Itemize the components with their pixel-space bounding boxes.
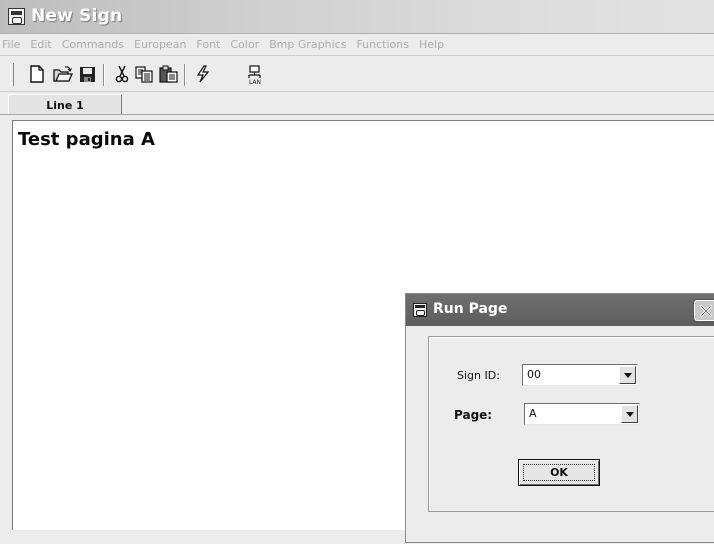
toolbar: LAN	[0, 55, 714, 92]
save-icon	[79, 66, 95, 82]
close-icon	[700, 304, 712, 317]
lan-icon	[248, 64, 261, 78]
toolbar-separator	[103, 64, 105, 86]
copy-icon	[135, 65, 153, 83]
lan-label: LAN	[248, 78, 262, 86]
app-icon[interactable]	[8, 8, 25, 25]
dialog-titlebar[interactable]: Run Page	[406, 294, 714, 326]
menu-functions[interactable]: Functions	[351, 38, 414, 51]
main-window-titlebar[interactable]: New Sign	[0, 0, 714, 34]
dialog-app-icon[interactable]	[413, 303, 427, 317]
menu-file[interactable]: File	[0, 38, 25, 51]
menu-commands[interactable]: Commands	[57, 38, 129, 51]
copy-button[interactable]	[134, 64, 154, 84]
save-button[interactable]	[77, 64, 97, 84]
chevron-down-icon	[625, 411, 634, 417]
page-value: A	[529, 407, 537, 420]
page-label: Page:	[454, 408, 493, 422]
menu-edit[interactable]: Edit	[25, 38, 56, 51]
tab-bar: Line 1	[0, 92, 714, 116]
run-page-dialog: Run Page Sign ID: 00 Page: A OK	[405, 293, 714, 543]
page-select[interactable]: A	[524, 403, 640, 425]
sign-id-value: 00	[527, 368, 541, 381]
paste-button[interactable]	[158, 64, 178, 84]
page-dropdown-button[interactable]	[621, 405, 638, 423]
chevron-down-icon	[623, 372, 632, 378]
editor-text[interactable]: Test pagina A	[18, 129, 155, 150]
sign-id-dropdown-button[interactable]	[619, 366, 636, 384]
new-button[interactable]	[27, 64, 47, 84]
lightning-icon	[196, 65, 210, 83]
toolbar-grip[interactable]	[10, 63, 14, 86]
menu-bar: File Edit Commands European Font Color B…	[0, 34, 714, 55]
dialog-body: Sign ID: 00 Page: A OK	[406, 326, 714, 544]
open-button[interactable]	[53, 64, 73, 84]
menu-font[interactable]: Font	[191, 38, 225, 51]
cut-button[interactable]	[112, 64, 132, 84]
paste-icon	[158, 65, 178, 83]
cut-icon	[115, 65, 129, 83]
send-button[interactable]	[193, 64, 213, 84]
new-icon	[30, 65, 44, 83]
ok-button[interactable]: OK	[518, 459, 600, 486]
lan-button[interactable]: LAN	[243, 62, 267, 88]
menu-bmp-graphics[interactable]: Bmp Graphics	[264, 38, 351, 51]
toolbar-separator	[184, 64, 186, 86]
tab-divider	[0, 114, 714, 115]
ok-button-label: OK	[550, 466, 568, 479]
tab-line-1[interactable]: Line 1	[8, 94, 122, 115]
window-title: New Sign	[31, 6, 123, 26]
menu-help[interactable]: Help	[414, 38, 449, 51]
menu-european[interactable]: European	[129, 38, 191, 51]
dialog-close-button[interactable]	[694, 300, 714, 321]
sign-id-label: Sign ID:	[457, 369, 500, 382]
sign-id-select[interactable]: 00	[522, 364, 638, 386]
open-icon	[53, 65, 73, 82]
dialog-title: Run Page	[433, 301, 508, 317]
menu-color[interactable]: Color	[225, 38, 264, 51]
